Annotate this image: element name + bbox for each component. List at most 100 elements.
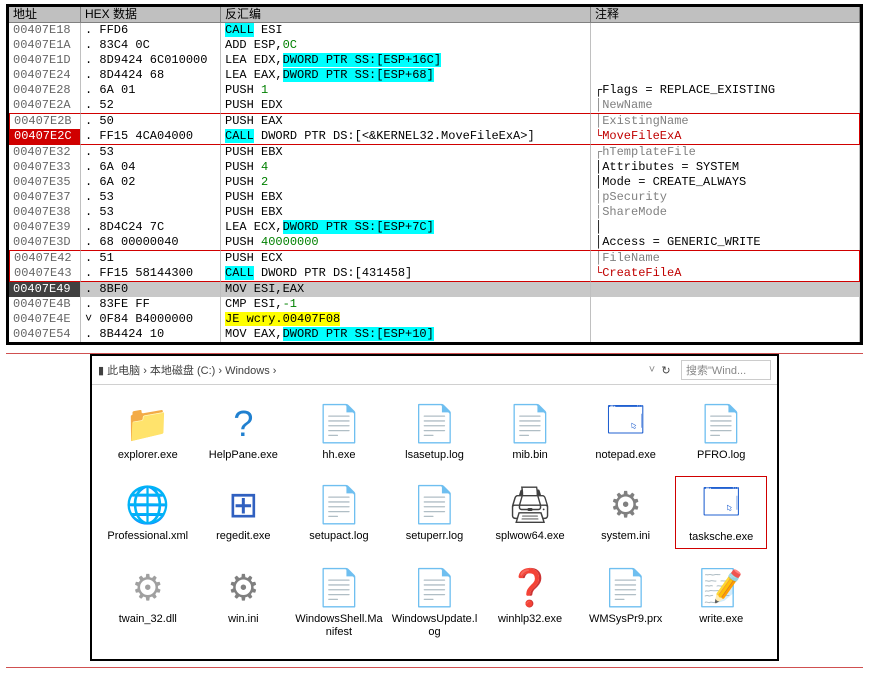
addr-cell[interactable]: 00407E1A: [9, 38, 81, 53]
hex-cell[interactable]: . 8D9424 6C010000: [81, 53, 221, 68]
file-item[interactable]: 🗔notepad.exe: [580, 395, 672, 466]
breadcrumb-seg-0[interactable]: 此电脑: [107, 365, 140, 377]
file-item[interactable]: 📝write.exe: [675, 559, 767, 643]
hex-cell[interactable]: . 8D4424 68: [81, 68, 221, 83]
file-item[interactable]: 📄WindowsUpdate.log: [389, 559, 481, 643]
disasm-cell[interactable]: MOV ESI,EAX: [221, 282, 591, 297]
disasm-cell[interactable]: LEA EAX,DWORD PTR SS:[ESP+68]: [221, 68, 591, 83]
addr-cell[interactable]: 00407E42: [9, 250, 81, 266]
addr-cell[interactable]: 00407E37: [9, 190, 81, 205]
comment-cell[interactable]: [591, 53, 860, 68]
disasm-cell[interactable]: PUSH 40000000: [221, 235, 591, 250]
disasm-cell[interactable]: PUSH 4: [221, 160, 591, 175]
file-item[interactable]: ?HelpPane.exe: [198, 395, 290, 466]
disasm-cell[interactable]: PUSH EBX: [221, 190, 591, 205]
addr-cell[interactable]: 00407E2A: [9, 98, 81, 113]
hex-cell[interactable]: . 6A 01: [81, 83, 221, 98]
hex-cell[interactable]: . 83C4 0C: [81, 38, 221, 53]
disasm-cell[interactable]: PUSH EDX: [221, 98, 591, 113]
addr-cell[interactable]: 00407E2C: [9, 129, 81, 145]
file-item[interactable]: 🖨splwow64.exe: [484, 476, 576, 549]
comment-cell[interactable]: ┌Flags = REPLACE_EXISTING: [591, 83, 860, 98]
col-comment[interactable]: 注释: [591, 7, 860, 23]
comment-cell[interactable]: [591, 327, 860, 342]
comment-cell[interactable]: │Mode = CREATE_ALWAYS: [591, 175, 860, 190]
file-item[interactable]: 📄setupact.log: [293, 476, 385, 549]
comment-cell[interactable]: │FileName: [591, 250, 860, 266]
addr-cell[interactable]: 00407E54: [9, 327, 81, 342]
addr-cell[interactable]: 00407E39: [9, 220, 81, 235]
disasm-cell[interactable]: CALL ESI: [221, 23, 591, 38]
comment-cell[interactable]: │ShareMode: [591, 205, 860, 220]
file-item[interactable]: 📄mib.bin: [484, 395, 576, 466]
col-address[interactable]: 地址: [9, 7, 81, 23]
hex-cell[interactable]: . 83FE FF: [81, 297, 221, 312]
breadcrumb-seg-1[interactable]: 本地磁盘 (C:): [150, 365, 215, 377]
hex-cell[interactable]: . 8D4C24 7C: [81, 220, 221, 235]
disasm-cell[interactable]: LEA EDX,DWORD PTR SS:[ESP+16C]: [221, 53, 591, 68]
addr-cell[interactable]: 00407E3D: [9, 235, 81, 250]
addr-cell[interactable]: 00407E33: [9, 160, 81, 175]
hex-cell[interactable]: . 53: [81, 145, 221, 160]
addr-cell[interactable]: 00407E28: [9, 83, 81, 98]
breadcrumb[interactable]: ▮ 此电脑 › 本地磁盘 (C:) › Windows ›: [98, 362, 645, 378]
addr-cell[interactable]: 00407E43: [9, 266, 81, 282]
disasm-cell[interactable]: PUSH EAX: [221, 113, 591, 129]
file-item[interactable]: 📄lsasetup.log: [389, 395, 481, 466]
hex-cell[interactable]: . 68 00000040: [81, 235, 221, 250]
hex-cell[interactable]: . 8B4424 10: [81, 327, 221, 342]
hex-cell[interactable]: . 6A 04: [81, 160, 221, 175]
hex-cell[interactable]: . 50: [81, 113, 221, 129]
hex-cell[interactable]: . FF15 58144300: [81, 266, 221, 282]
hex-cell[interactable]: . FFD6: [81, 23, 221, 38]
hex-cell[interactable]: . 51: [81, 250, 221, 266]
comment-cell[interactable]: │ExistingName: [591, 113, 860, 129]
hex-cell[interactable]: . 8BF0: [81, 282, 221, 297]
col-disassembly[interactable]: 反汇编: [221, 7, 591, 23]
addr-cell[interactable]: 00407E4B: [9, 297, 81, 312]
comment-cell[interactable]: ┌hTemplateFile: [591, 145, 860, 160]
disasm-cell[interactable]: PUSH ECX: [221, 250, 591, 266]
disasm-cell[interactable]: MOV EAX,DWORD PTR SS:[ESP+10]: [221, 327, 591, 342]
hex-cell[interactable]: . 52: [81, 98, 221, 113]
addr-cell[interactable]: 00407E24: [9, 68, 81, 83]
comment-cell[interactable]: │pSecurity: [591, 190, 860, 205]
disasm-cell[interactable]: CALL DWORD PTR DS:[431458]: [221, 266, 591, 282]
col-hex[interactable]: HEX 数据: [81, 7, 221, 23]
addr-cell[interactable]: 00407E18: [9, 23, 81, 38]
refresh-icon[interactable]: ↻: [659, 364, 673, 377]
disasm-cell[interactable]: LEA ECX,DWORD PTR SS:[ESP+7C]: [221, 220, 591, 235]
comment-cell[interactable]: [591, 23, 860, 38]
addr-cell[interactable]: 00407E1D: [9, 53, 81, 68]
disasm-cell[interactable]: PUSH EBX: [221, 205, 591, 220]
file-item[interactable]: ⊞regedit.exe: [198, 476, 290, 549]
hex-cell[interactable]: . FF15 4CA04000: [81, 129, 221, 145]
file-item[interactable]: 📄WMSysPr9.prx: [580, 559, 672, 643]
disasm-cell[interactable]: PUSH 1: [221, 83, 591, 98]
chevron-down-icon[interactable]: ˅: [645, 364, 659, 376]
comment-cell[interactable]: [591, 68, 860, 83]
disasm-cell[interactable]: ADD ESP,0C: [221, 38, 591, 53]
file-item[interactable]: ❓winhlp32.exe: [484, 559, 576, 643]
addr-cell[interactable]: 00407E35: [9, 175, 81, 190]
comment-cell[interactable]: [591, 38, 860, 53]
search-input[interactable]: 搜索"Wind...: [681, 360, 771, 380]
file-item[interactable]: 📁explorer.exe: [102, 395, 194, 466]
file-item[interactable]: ⚙win.ini: [198, 559, 290, 643]
addr-cell[interactable]: 00407E38: [9, 205, 81, 220]
comment-cell[interactable]: │Access = GENERIC_WRITE: [591, 235, 860, 250]
disassembly-grid[interactable]: 地址 HEX 数据 反汇编 注释 00407E18. FFD6CALL ESI 0…: [9, 7, 860, 342]
comment-cell[interactable]: [591, 282, 860, 297]
file-item[interactable]: 🗔tasksche.exe: [675, 476, 767, 549]
hex-cell[interactable]: . 53: [81, 190, 221, 205]
file-item[interactable]: 📄PFRO.log: [675, 395, 767, 466]
file-item[interactable]: 📄WindowsShell.Manifest: [293, 559, 385, 643]
comment-cell[interactable]: │NewName: [591, 98, 860, 113]
breadcrumb-seg-2[interactable]: Windows: [225, 365, 270, 377]
hex-cell[interactable]: . 53: [81, 205, 221, 220]
hex-cell[interactable]: . 6A 02: [81, 175, 221, 190]
disasm-cell[interactable]: CMP ESI,-1: [221, 297, 591, 312]
addr-cell[interactable]: 00407E49: [9, 282, 81, 297]
file-item[interactable]: 📄setuperr.log: [389, 476, 481, 549]
file-item[interactable]: ⚙system.ini: [580, 476, 672, 549]
